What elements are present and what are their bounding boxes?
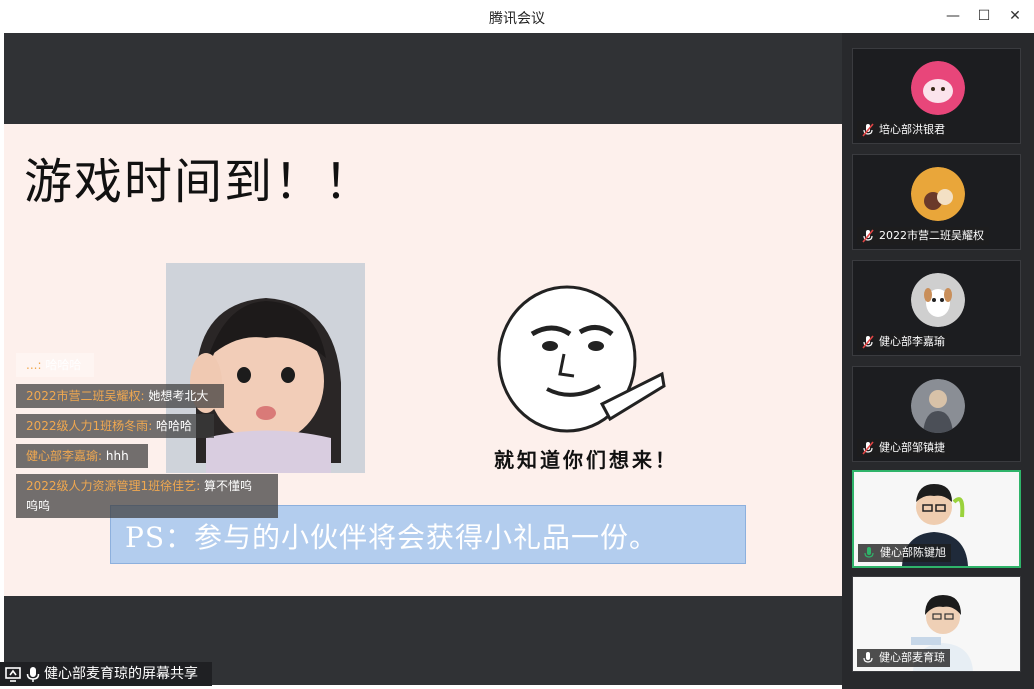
microphone-icon [863,652,873,663]
avatar [911,61,965,115]
participant-nametag: 健心部邹镇捷 [857,439,950,457]
meme-caption: 就知道你们想来！ [494,448,678,472]
participant-nametag: 健心部李嘉瑜 [857,333,950,351]
chat-message: ...: 哈哈哈 [16,353,94,377]
avatar [911,273,965,327]
chat-text: 哈哈哈 [152,419,193,433]
chat-message: 2022市营二班吴耀权: 她想考北大 [16,384,224,408]
participant-nametag: 培心部洪银君 [857,121,950,139]
participant-name: 健心部李嘉瑜 [879,335,945,348]
screen-share-label: 健心部麦育琼的屏幕共享 [44,666,198,682]
window-title: 腾讯会议 [489,11,545,27]
participant-tile[interactable]: 健心部麦育琼 [852,576,1021,672]
chat-sender: 2022级人力1班杨冬雨 [26,419,149,433]
presentation-slide: 游戏时间到！！ 就知道你们想来！ PS：参与的小伙伴将会获得小礼品一份。 [4,124,842,596]
girl-photo [166,263,365,473]
chat-sender: 健心部李嘉瑜 [26,449,99,463]
minimize-button[interactable]: — [938,4,968,28]
participant-tile[interactable]: 培心部洪银君 [852,48,1021,144]
participant-name: 2022市营二班吴耀权 [879,229,984,242]
chat-message: 2022级人力1班杨冬雨: 哈哈哈 [16,414,214,438]
chat-text: hhh [102,449,129,463]
chat-text: 哈哈哈 [41,358,82,372]
participant-name: 健心部陈键旭 [880,546,946,559]
chat-text: 她想考北大 [144,389,209,403]
chat-sender: 2022级人力资源管理1班徐佳艺 [26,479,197,493]
chat-sender: ... [26,358,38,372]
title-bar: 腾讯会议 — ☐ ✕ [0,0,1034,33]
chat-text-continued: 呜呜 [26,499,51,513]
chat-message: 健心部李嘉瑜: hhh [16,444,148,468]
participant-tile[interactable]: 健心部邹镇捷 [852,366,1021,462]
participant-name: 培心部洪银君 [879,123,945,136]
participant-tile[interactable]: 2022市营二班吴耀权 [852,154,1021,250]
maximize-button[interactable]: ☐ [969,4,999,28]
mic-muted-icon [862,123,874,137]
participant-tile-speaking[interactable]: 健心部陈键旭 [852,470,1021,568]
avatar [911,167,965,221]
microphone-icon[interactable] [24,665,42,683]
chat-sender: 2022市营二班吴耀权 [26,389,141,403]
participant-nametag: 2022市营二班吴耀权 [857,227,989,245]
participant-tile[interactable]: 健心部李嘉瑜 [852,260,1021,356]
participant-nametag: 健心部麦育琼 [857,649,950,667]
avatar [911,379,965,433]
mic-muted-icon [862,229,874,243]
participant-name: 健心部邹镇捷 [879,441,945,454]
participant-name: 健心部麦育琼 [879,651,945,664]
close-button[interactable]: ✕ [1000,4,1030,28]
participant-nametag: 健心部陈键旭 [858,544,951,562]
slide-title: 游戏时间到！！ [24,154,375,210]
chat-text: 算不懂呜 [200,479,253,493]
screen-share-bar[interactable]: 健心部麦育琼的屏幕共享 [0,662,212,686]
screen-share-icon[interactable] [4,665,22,683]
chat-message: 2022级人力资源管理1班徐佳艺: 算不懂呜 呜呜 [16,474,278,518]
ps-text: PS：参与的小伙伴将会获得小礼品一份。 [125,521,659,554]
mic-active-icon [864,547,874,558]
mic-muted-icon [862,441,874,455]
mic-muted-icon [862,335,874,349]
participant-panel: 培心部洪银君 2022市营二班吴耀权 健心部李嘉瑜 健心部邹镇捷 健心部陈键旭 … [842,33,1034,689]
